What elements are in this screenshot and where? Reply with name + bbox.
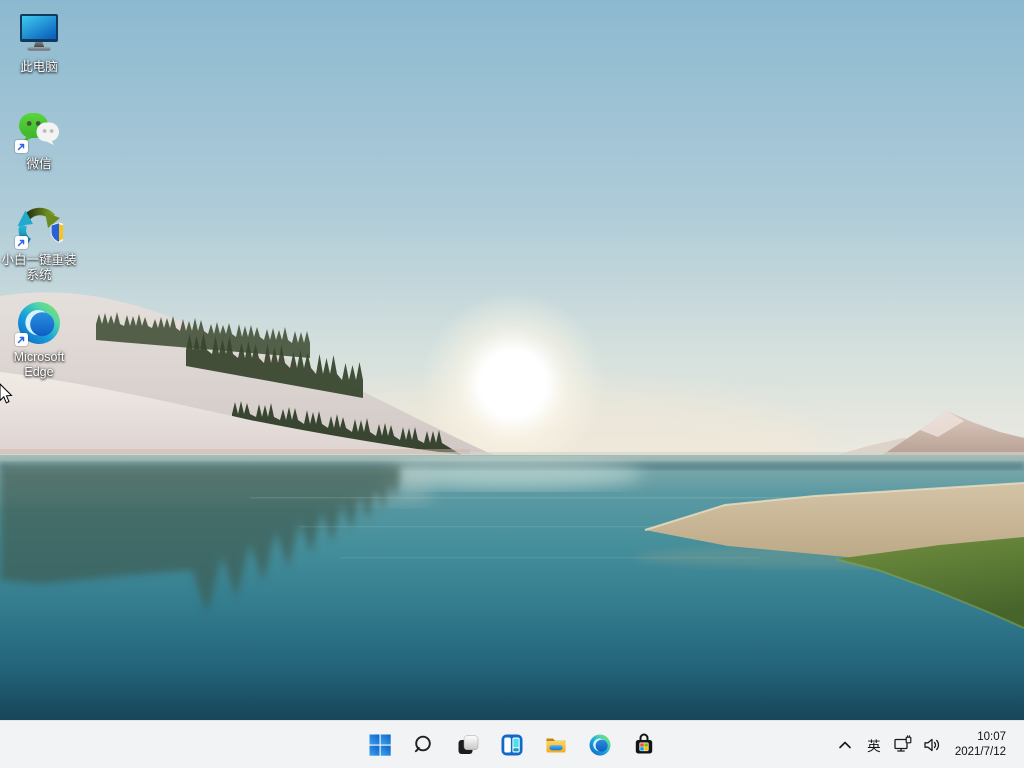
clock-time: 10:07: [955, 730, 1006, 745]
desktop-screen: 此电脑 微信: [0, 0, 1024, 768]
task-view-icon: [456, 733, 480, 757]
desktop-icon-this-pc[interactable]: 此电脑: [0, 9, 78, 75]
clock-date: 2021/7/12: [955, 745, 1006, 760]
windows-start-icon: [368, 733, 392, 757]
task-view-button[interactable]: [446, 723, 490, 767]
chevron-up-icon: [835, 735, 855, 755]
edge-icon: [588, 733, 612, 757]
desktop-icon-label: 微信: [26, 157, 51, 172]
widgets-icon: [500, 733, 524, 757]
start-button[interactable]: [358, 723, 402, 767]
desktop-icon-wechat[interactable]: 微信: [0, 106, 78, 172]
search-icon: [412, 733, 436, 757]
ime-language-button[interactable]: 英: [859, 725, 889, 765]
shortcut-arrow-icon: [15, 236, 28, 249]
edge-button[interactable]: [578, 723, 622, 767]
file-explorer-button[interactable]: [534, 723, 578, 767]
taskbar: 英 10:07 2021/7/12: [0, 720, 1024, 768]
wallpaper-image: [0, 0, 1024, 720]
desktop-icon-label: Microsoft Edge: [0, 350, 78, 381]
clock-button[interactable]: 10:07 2021/7/12: [947, 725, 1012, 765]
desktop-icon-xiaobai-reinstall[interactable]: 小白一键重装系统: [0, 202, 78, 284]
taskbar-center-buttons: [358, 721, 666, 768]
desktop-icon-microsoft-edge[interactable]: Microsoft Edge: [0, 299, 78, 381]
shortcut-arrow-icon: [15, 333, 28, 346]
volume-button[interactable]: [918, 725, 947, 765]
ime-language-label: 英: [867, 735, 881, 755]
ethernet-network-icon: [892, 734, 914, 756]
store-icon: [632, 733, 656, 757]
edge-icon: [15, 299, 63, 347]
search-button[interactable]: [402, 723, 446, 767]
store-button[interactable]: [622, 723, 666, 767]
file-explorer-icon: [544, 733, 568, 757]
this-pc-icon: [15, 9, 63, 57]
xiaobai-reinstall-icon: [15, 202, 63, 250]
widgets-button[interactable]: [490, 723, 534, 767]
speaker-icon: [921, 734, 943, 756]
show-hidden-icons-button[interactable]: [831, 725, 859, 765]
desktop-icon-label: 小白一键重装系统: [0, 253, 78, 284]
system-tray: 英 10:07 2021/7/12: [831, 721, 1024, 768]
desktop-icon-label: 此电脑: [20, 60, 58, 75]
shortcut-arrow-icon: [15, 140, 28, 153]
wechat-icon: [15, 106, 63, 154]
network-button[interactable]: [889, 725, 918, 765]
